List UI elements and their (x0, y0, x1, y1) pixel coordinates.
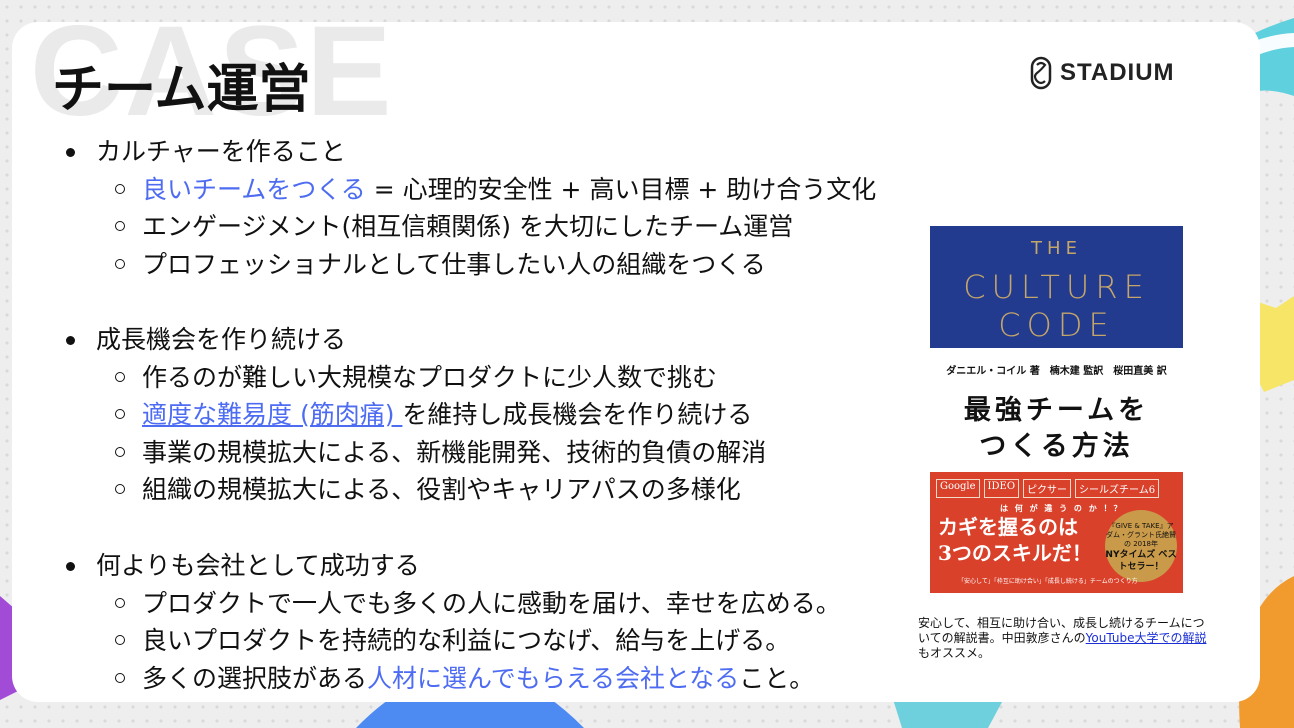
book-headline-line2: 3つのスキルだ！ (938, 541, 1092, 565)
book-tags: Google IDEO ピクサー シールズチーム6 (936, 479, 1160, 498)
book-title-code: CODE (998, 306, 1115, 344)
sub-bullet-text: 適度な難易度 (筋肉痛) を維持し成長機会を作り続ける (142, 399, 752, 431)
bullet-item: カルチャーを作ること (66, 136, 346, 168)
sub-bullet-text: 作るのが難しい大規模なプロダクトに少人数で挑む (142, 362, 717, 394)
bullet-item: 何よりも会社として成功する (66, 550, 420, 582)
sub-bullet-text: エンゲージメント(相互信頼関係) を大切にしたチーム運営 (142, 211, 793, 243)
book-headline-line1: カギを握るのは (938, 515, 1078, 539)
highlight-link[interactable]: 適度な難易度 (筋肉痛) (142, 400, 402, 429)
bullet-label: カルチャーを作ること (96, 137, 346, 166)
book-headline: カギを握るのは 3つのスキルだ！ (938, 514, 1092, 566)
highlight-text: 良いチームをつくる (142, 175, 366, 204)
text-segment: エンゲージメント(相互信頼関係) を大切にしたチーム運営 (142, 212, 794, 241)
stadium-logo-icon (1030, 56, 1052, 90)
book-cover-band: Google IDEO ピクサー シールズチーム6 は 何 が 違 う の か … (930, 472, 1183, 593)
text-segment: 良いプロダクトを持続的な利益につなげ、給与を上げる。 (142, 626, 791, 655)
book-tag: IDEO (983, 479, 1020, 498)
book-tag: Google (936, 479, 980, 498)
book-tag: シールズチーム6 (1075, 479, 1160, 498)
book-title-culture: CULTURE (963, 268, 1150, 306)
seal-top-text: 『GIVE & TAKE』アダム・グラント氏絶賛の 2018年 (1106, 522, 1176, 548)
bullet-item: 成長機会を作り続ける (65, 324, 347, 356)
book-authors: ダニエル・コイル 著 楠木建 監訳 桜田直美 訳 (946, 366, 1167, 377)
sub-bullet-text: プロフェッショナルとして仕事したい人の組織をつくる (142, 249, 766, 281)
book-question: は 何 が 違 う の か ！？ (1000, 504, 1124, 513)
highlight-text: 人材に選んでもらえる会社となる (367, 664, 740, 693)
youtube-link[interactable]: YouTube大学での解説 (1086, 631, 1207, 645)
caption-suffix: もオススメ。 (918, 646, 991, 660)
bullet-label: 成長機会を作り続ける (96, 325, 347, 354)
book-jp-title-line2: つくる方法 (979, 431, 1134, 462)
text-segment: プロダクトで一人でも多くの人に感動を届け、幸せを広める。 (142, 589, 841, 618)
book-title-the: THE (1031, 238, 1082, 259)
text-segment: 組織の規模拡大による、役割やキャリアパスの多様化 (142, 475, 741, 504)
bestseller-seal: 『GIVE & TAKE』アダム・グラント氏絶賛の 2018年 NYタイムズ ベ… (1105, 510, 1177, 582)
text-segment: こと。 (739, 664, 815, 693)
stadium-logo: STADIUM (1030, 56, 1175, 90)
book-caption: 安心して、相互に助け合い、成長し続けるチームについての解説書。中田敦彦さんのYo… (918, 616, 1208, 661)
sub-bullet-text: プロダクトで一人でも多くの人に感動を届け、幸せを広める。 (142, 588, 841, 620)
stadium-logo-text: STADIUM (1060, 59, 1175, 86)
book-cover-top: THE CULTURE CODE (930, 226, 1183, 348)
sub-bullet-text: 多くの選択肢がある人材に選んでもらえる会社となること。 (142, 663, 814, 695)
seal-main-text: NYタイムズ ベストセラー！ (1105, 550, 1177, 572)
sub-bullet-text: 事業の規模拡大による、新機能開発、技術的負債の解消 (142, 437, 766, 469)
book-cover[interactable]: THE CULTURE CODE ダニエル・コイル 著 楠木建 監訳 桜田直美 … (930, 226, 1183, 593)
book-jp-title-line1: 最強チームを (963, 395, 1150, 426)
text-segment: を維持し成長機会を作り続ける (402, 400, 753, 429)
sub-bullet-text: 良いプロダクトを持続的な利益につなげ、給与を上げる。 (142, 625, 790, 657)
sub-bullet-text: 組織の規模拡大による、役割やキャリアパスの多様化 (142, 474, 741, 506)
book-tag: ピクサー (1023, 479, 1072, 498)
text-segment: 作るのが難しい大規模なプロダクトに少人数で挑む (142, 363, 718, 392)
text-segment: 事業の規模拡大による、新機能開発、技術的負債の解消 (142, 438, 767, 467)
sub-bullet-text: 良いチームをつくる = 心理的安全性 + 高い目標 + 助け合う文化 (142, 174, 876, 206)
text-segment: = 心理的安全性 + 高い目標 + 助け合う文化 (365, 175, 877, 204)
text-segment: プロフェッショナルとして仕事したい人の組織をつくる (142, 250, 766, 279)
bullet-label: 何よりも会社として成功する (96, 551, 420, 580)
book-footer-text: 「安心して」「枠互に助け合い」「成長し続ける」チームのつくり方 (958, 578, 1138, 585)
text-segment: 多くの選択肢がある (142, 664, 368, 693)
page-title: チーム運営 (52, 60, 311, 120)
